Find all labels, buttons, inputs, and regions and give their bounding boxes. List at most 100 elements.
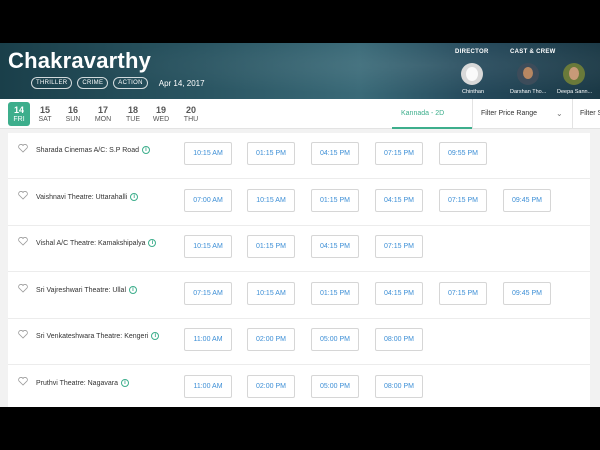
heart-icon[interactable] [18, 237, 28, 246]
showtime-button[interactable]: 04:15 PM [375, 188, 423, 212]
theatre-row: Sharada Cinemas A/C: S.P Road i 10:15 AM 01… [8, 133, 590, 179]
chevron-down-icon: ⌄ [556, 109, 563, 118]
theatre-row: Vaishnavi Theatre: Uttarahalli i 07:00 AM 1… [8, 180, 590, 226]
theatre-name-text[interactable]: Vaishnavi Theatre: Uttarahalli [36, 194, 127, 201]
showtime-button[interactable]: 08:00 PM [375, 328, 423, 351]
date-number: 16 [67, 105, 78, 115]
date-day: TUE [126, 116, 140, 123]
heart-icon[interactable] [18, 283, 28, 293]
showtime-button[interactable]: 01:15 PM [311, 281, 359, 305]
theatre-row: Vishal A/C Theatre: Kamakshipalya i 10:15 … [8, 226, 590, 272]
movie-banner: Chakravarthy THRILLER CRIME ACTION Apr 1… [0, 43, 600, 99]
heart-icon[interactable] [18, 144, 28, 153]
release-date: Apr 14, 2017 [158, 78, 205, 88]
date-number: 14 [13, 105, 24, 115]
avatar[interactable] [461, 63, 483, 85]
showtime-button[interactable]: 05:00 PM [311, 374, 359, 398]
date-tab[interactable]: 16 SUN [62, 102, 84, 126]
theatre-name-text[interactable]: Vishal A/C Theatre: Kamakshipalya [36, 240, 145, 247]
showtime-button[interactable]: 07:15 PM [439, 281, 487, 305]
theatre-row: Sri Venkateshwara Theatre: Kengeri i 11:00… [8, 319, 590, 365]
date-number: 20 [185, 105, 196, 115]
info-icon[interactable]: i [151, 332, 160, 341]
info-icon[interactable]: i [130, 192, 139, 201]
showtime-button[interactable]: 11:00 AM [184, 328, 232, 351]
date-day: MON [94, 116, 112, 123]
date-tab[interactable]: 15 SAT [34, 102, 56, 126]
genre-tags: THRILLER CRIME ACTION Apr 14, 2017 [31, 77, 205, 89]
date-number: 15 [39, 105, 50, 115]
showtime-button[interactable]: 11:00 AM [184, 374, 232, 398]
theatre-name[interactable]: Vishal A/C Theatre: Kamakshipalya i [36, 238, 186, 250]
crew-name[interactable]: Chinthan [462, 89, 484, 95]
info-icon[interactable]: i [129, 285, 137, 294]
showtime-button[interactable]: 02:00 PM [247, 328, 295, 351]
theatre-name-text[interactable]: Sri Venkateshwara Theatre: Kengeri [36, 333, 148, 340]
showtime-button[interactable]: 08:00 PM [375, 374, 423, 398]
date-tab[interactable]: 20 THU [180, 102, 202, 126]
showtime-button[interactable]: 01:15 PM [247, 142, 295, 165]
date-number: 17 [97, 105, 108, 115]
genre-tag[interactable]: CRIME [77, 77, 109, 89]
more-filter[interactable]: Filter S [572, 99, 600, 129]
heart-icon[interactable] [18, 190, 28, 200]
theatre-list: Sharada Cinemas A/C: S.P Road i 10:15 AM 01… [8, 133, 590, 407]
theatre-name[interactable]: Pruthvi Theatre: Nagavara i [36, 378, 186, 390]
date-number: 18 [127, 105, 138, 115]
showtime-button[interactable]: 10:15 AM [184, 235, 232, 258]
theatre-name[interactable]: Vaishnavi Theatre: Uttarahalli i [36, 192, 186, 204]
date-day: FRI [13, 116, 25, 123]
info-icon[interactable]: i [120, 378, 129, 387]
language-filter[interactable]: Kannada - 2D [392, 99, 472, 129]
showtime-button[interactable]: 05:00 PM [311, 328, 359, 351]
showtime-button[interactable]: 04:15 PM [375, 281, 423, 305]
heart-icon[interactable] [18, 376, 28, 386]
showtime-button[interactable]: 02:00 PM [247, 374, 295, 398]
date-tab[interactable]: 14 FRI [8, 102, 30, 126]
showtime-button[interactable]: 07:15 PM [375, 235, 423, 258]
date-tab[interactable]: 17 MON [92, 102, 114, 126]
showtime-button[interactable]: 07:15 PM [439, 188, 487, 212]
showtime-button[interactable]: 07:15 PM [375, 142, 423, 165]
theatre-name-text[interactable]: Sri Vajreshwari Theatre: Ullal [36, 287, 126, 294]
movie-title: Chakravarthy [8, 48, 152, 73]
showtime-button[interactable]: 10:15 AM [247, 188, 295, 212]
showtime-button[interactable]: 01:15 PM [247, 235, 295, 258]
theatre-name-text[interactable]: Pruthvi Theatre: Nagavara [36, 380, 118, 387]
info-icon[interactable]: i [141, 146, 150, 155]
theatre-row: Pruthvi Theatre: Nagavara i 11:00 AM 02:00 … [8, 366, 590, 408]
date-tab[interactable]: 18 TUE [122, 102, 144, 126]
showtime-button[interactable]: 09:55 PM [439, 142, 487, 165]
showtime-button[interactable]: 09:45 PM [503, 188, 551, 212]
crew-name[interactable]: Deepa Sann... [557, 89, 592, 95]
showtime-button[interactable]: 10:15 AM [247, 281, 295, 305]
cast-heading: CAST & CREW [510, 49, 556, 55]
showtime-button[interactable]: 01:15 PM [311, 188, 359, 212]
info-icon[interactable]: i [148, 239, 157, 248]
theatre-name[interactable]: Sharada Cinemas A/C: S.P Road i [36, 145, 186, 157]
date-day: THU [183, 116, 199, 123]
date-day: SAT [38, 116, 52, 123]
showtime-button[interactable]: 04:15 PM [311, 235, 359, 258]
showtime-button[interactable]: 10:15 AM [184, 142, 232, 165]
showtime-button[interactable]: 07:00 AM [184, 188, 232, 212]
app-frame: Chakravarthy THRILLER CRIME ACTION Apr 1… [0, 43, 600, 407]
genre-tag[interactable]: THRILLER [31, 77, 73, 89]
heart-icon[interactable] [18, 330, 28, 339]
showtime-button[interactable]: 09:45 PM [503, 281, 551, 305]
avatar[interactable] [563, 63, 585, 85]
date-day: WED [152, 116, 170, 123]
theatre-name[interactable]: Sri Venkateshwara Theatre: Kengeri i [36, 331, 186, 343]
crew-name[interactable]: Darshan Tho... [510, 89, 546, 95]
avatar[interactable] [517, 63, 539, 85]
theatre-name[interactable]: Sri Vajreshwari Theatre: Ullal i [36, 285, 186, 297]
date-number: 19 [155, 105, 166, 115]
showtime-button[interactable]: 07:15 AM [184, 281, 232, 305]
date-tab[interactable]: 19 WED [150, 102, 172, 126]
date-day: SUN [65, 116, 81, 123]
director-heading: DIRECTOR [455, 49, 489, 55]
theatre-name-text[interactable]: Sharada Cinemas A/C: S.P Road [36, 147, 139, 154]
genre-tag[interactable]: ACTION [113, 77, 148, 89]
theatre-row: Sri Vajreshwari Theatre: Ullal i 07:15 AM 1… [8, 273, 590, 319]
showtime-button[interactable]: 04:15 PM [311, 142, 359, 165]
